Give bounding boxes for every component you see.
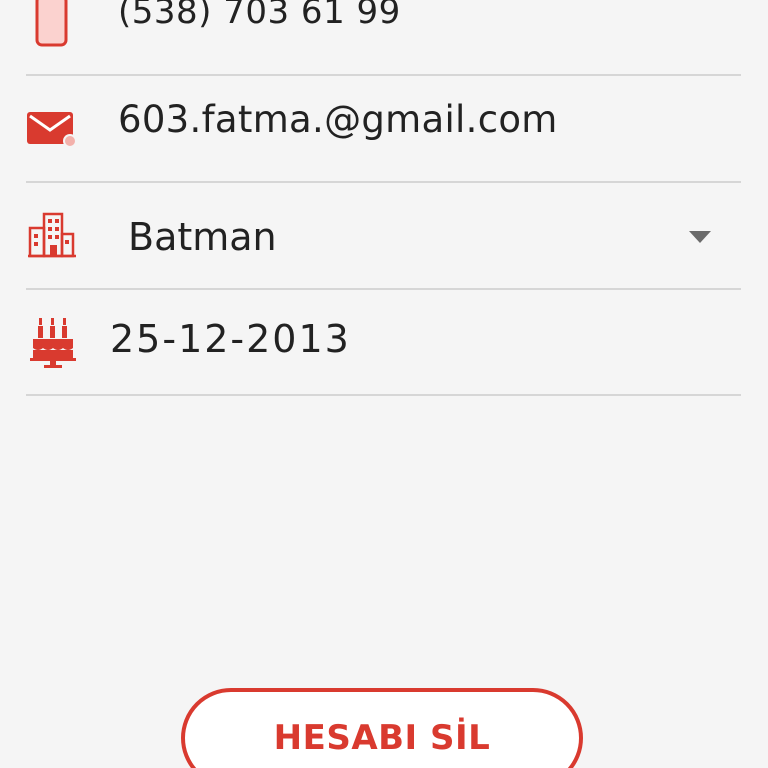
- city-value: Batman: [128, 215, 277, 259]
- city-buildings-icon: [28, 212, 76, 258]
- birthday-cake-icon: [30, 318, 76, 368]
- email-value[interactable]: 603.fatma.@gmail.com: [118, 98, 558, 141]
- mail-icon: [27, 112, 77, 148]
- phone-icon: [35, 0, 68, 47]
- birth-date-value[interactable]: 25-12-2013: [110, 317, 351, 361]
- phone-value[interactable]: (538) 703 61 99: [118, 0, 401, 32]
- profile-screen: (538) 703 61 99 603.fatma.@gmail.com Bat…: [0, 0, 768, 768]
- divider-phone: [26, 74, 741, 76]
- divider-email: [26, 181, 741, 183]
- divider-city: [26, 288, 741, 290]
- divider-birth-date: [26, 394, 741, 396]
- delete-account-button[interactable]: HESABI SİL: [181, 688, 583, 768]
- caret-down-icon[interactable]: [689, 231, 711, 243]
